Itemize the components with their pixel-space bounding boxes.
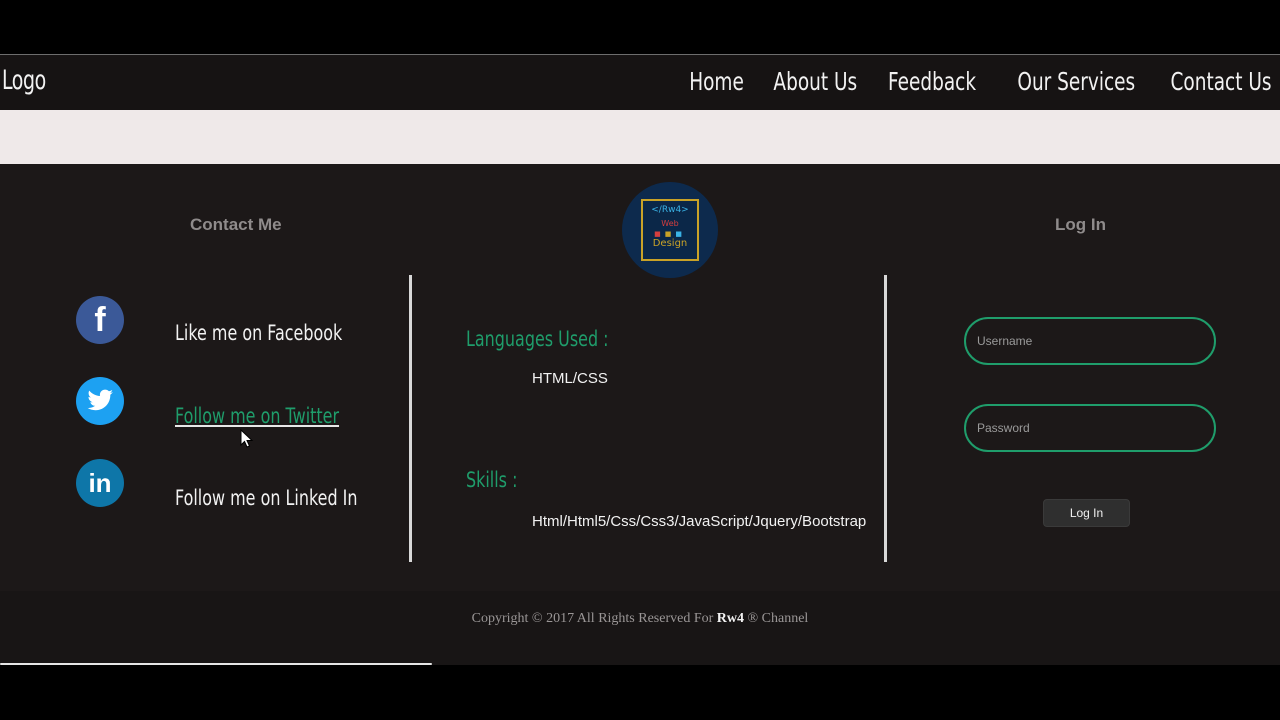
brand-logo: </Rw4> Web ■■■ Design xyxy=(622,182,718,278)
skills-label: Skills : xyxy=(466,468,518,492)
facebook-link[interactable]: Like me on Facebook xyxy=(175,321,342,345)
column-divider-right xyxy=(884,275,887,562)
contact-title: Contact Me xyxy=(190,215,282,234)
brand-logo-box: </Rw4> Web ■■■ Design xyxy=(641,199,699,261)
languages-value: HTML/CSS xyxy=(532,370,608,387)
brand-logo-line1: </Rw4> xyxy=(651,205,689,215)
nav-feedback[interactable]: Feedback xyxy=(888,67,976,96)
facebook-icon[interactable]: f xyxy=(76,296,124,344)
nav-contact-us[interactable]: Contact Us xyxy=(1171,67,1272,96)
twitter-icon[interactable] xyxy=(76,377,124,425)
nav-home[interactable]: Home xyxy=(689,67,744,96)
linkedin-link[interactable]: Follow me on Linked In xyxy=(175,486,357,510)
copyright-prefix: Copyright © 2017 All Rights Reserved For xyxy=(471,611,714,626)
twitter-bird-glyph xyxy=(87,389,113,411)
column-divider-left xyxy=(409,275,412,562)
brand-logo-dots: ■■■ xyxy=(654,230,686,238)
copyright-text: Copyright © 2017 All Rights Reserved For… xyxy=(0,611,1280,627)
copyright-suffix: ® Channel xyxy=(747,611,809,626)
top-letterbox xyxy=(0,0,1280,54)
linkedin-icon[interactable]: in xyxy=(76,459,124,507)
bottom-letterbox xyxy=(0,665,1280,720)
logo[interactable]: Logo xyxy=(2,65,46,96)
main-nav: Home About Us Feedback Our Services Cont… xyxy=(652,67,1272,96)
login-button[interactable]: Log In xyxy=(1043,499,1130,527)
navbar: Logo Home About Us Feedback Our Services… xyxy=(0,54,1280,110)
password-input[interactable] xyxy=(964,404,1216,452)
username-input[interactable] xyxy=(964,317,1216,365)
brand-logo-line2: Web xyxy=(661,219,679,228)
login-title: Log In xyxy=(1055,215,1106,234)
content-strip xyxy=(0,110,1280,164)
copyright-brand: Rw4 xyxy=(716,611,745,626)
nav-our-services[interactable]: Our Services xyxy=(1018,67,1136,96)
copyright-bar: Copyright © 2017 All Rights Reserved For… xyxy=(0,591,1280,665)
skills-value: Html/Html5/Css/Css3/JavaScript/Jquery/Bo… xyxy=(532,513,867,530)
brand-logo-line3: Design xyxy=(652,238,688,249)
footer: Contact Me </Rw4> Web ■■■ Design Log In … xyxy=(0,164,1280,591)
nav-about-us[interactable]: About Us xyxy=(773,67,857,96)
twitter-link[interactable]: Follow me on Twitter xyxy=(175,404,339,428)
languages-label: Languages Used : xyxy=(466,327,609,351)
